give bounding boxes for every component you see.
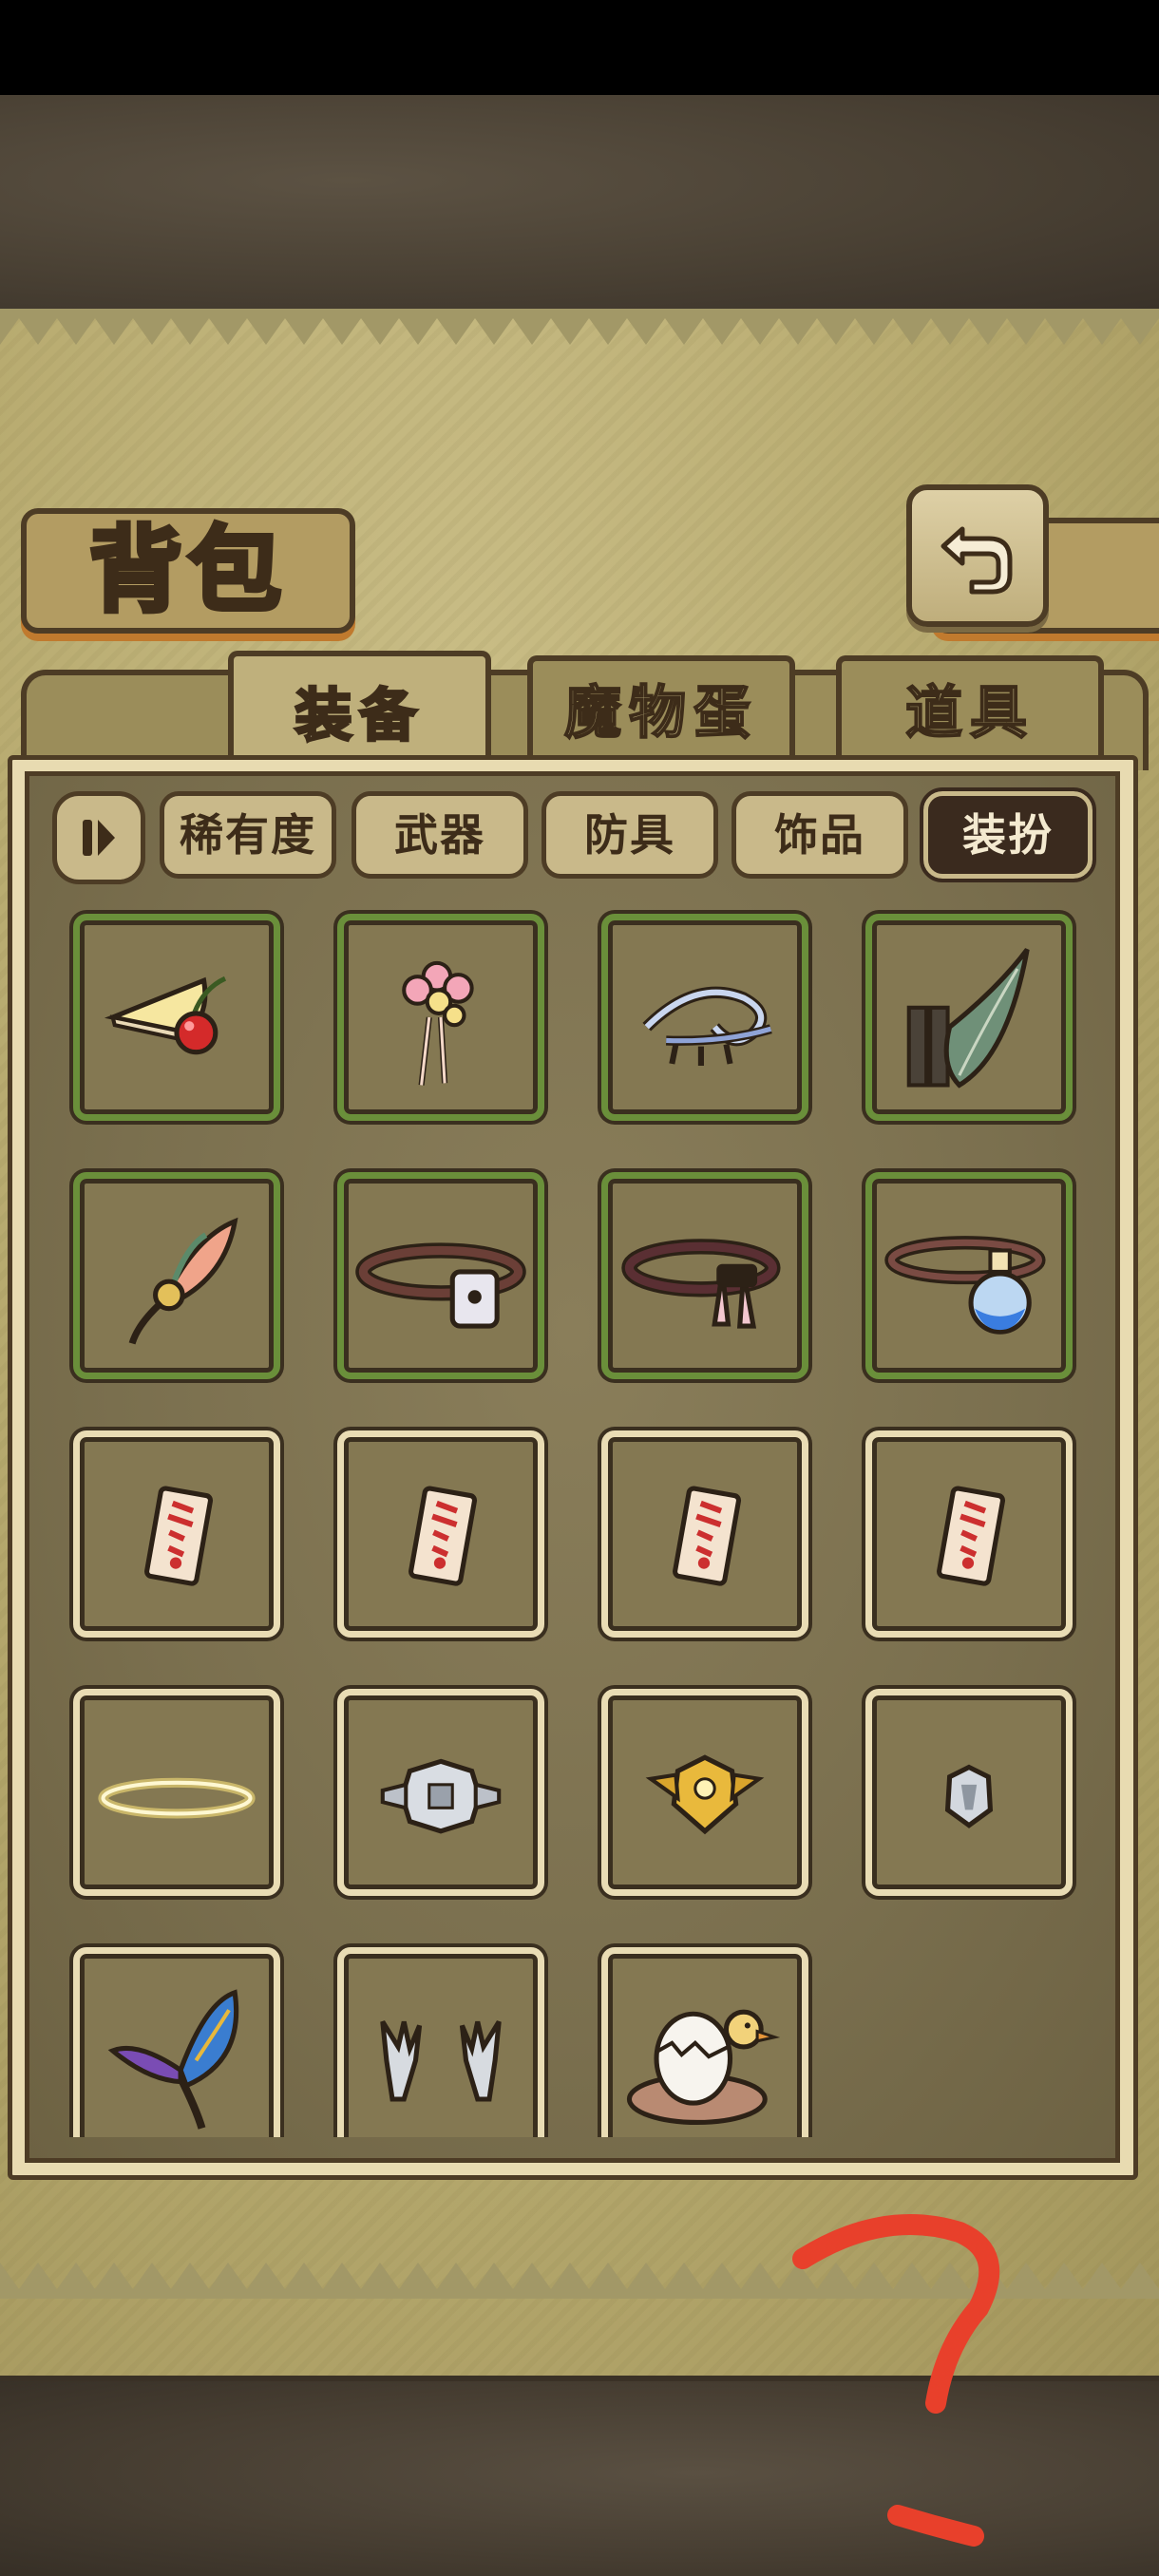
tab-monster-eggs[interactable]: 魔物蛋 [527,655,795,766]
back-button[interactable] [906,484,1049,627]
filter-accessory[interactable]: 饰品 [732,791,908,879]
item-slot[interactable] [337,1947,544,2137]
item-slot[interactable] [601,1172,808,1379]
bunny-collar-icon [621,1239,781,1329]
butterfly-wing-icon [107,1989,239,2130]
item-slot[interactable] [73,1430,280,1638]
gold-crest-icon [645,1754,765,1835]
lock-collar-icon [355,1242,526,1329]
filter-costume[interactable]: 装扮 [920,787,1096,882]
return-arrow-icon [940,526,1013,595]
status-bar [0,0,1159,95]
tab-items-label: 道具 [904,680,1035,747]
item-slot[interactable] [337,1172,544,1379]
item-slot[interactable] [865,1689,1073,1896]
filter-armor-label: 防具 [584,809,675,861]
item-slot[interactable] [337,914,544,1121]
flower-hairpin-icon [402,960,474,1086]
zigzag-border-bottom [0,2263,1159,2299]
filter-weapon-label: 武器 [394,809,485,861]
item-slot[interactable] [73,1689,280,1896]
item-slot[interactable] [601,1947,808,2137]
filter-rarity[interactable]: 稀有度 [160,791,336,879]
item-slot[interactable] [601,914,808,1121]
map-background-top [0,95,1159,309]
filter-costume-label: 装扮 [962,809,1054,861]
item-slot[interactable] [865,1430,1073,1638]
page-title: 背包 [86,516,287,625]
tab-monster-eggs-label: 魔物蛋 [563,680,758,747]
item-slot[interactable] [865,914,1073,1121]
zigzag-border-top [0,309,1159,345]
talisman-card-icon [144,1486,214,1586]
item-slot[interactable] [601,1430,808,1638]
item-slot[interactable] [73,1172,280,1379]
talisman-card-icon [673,1486,742,1586]
filter-weapon[interactable]: 武器 [352,791,528,879]
map-background-bottom [0,2370,1159,2576]
item-slot[interactable] [73,914,280,1121]
item-slot[interactable] [337,1430,544,1638]
potion-collar-icon [884,1236,1046,1335]
silver-crest-icon [380,1758,502,1834]
filter-rarity-label: 稀有度 [180,809,316,861]
halo-icon [98,1777,256,1819]
filter-armor[interactable]: 防具 [542,791,718,879]
feather-wing-icon [906,948,1030,1089]
talisman-card-icon [408,1486,478,1586]
tab-equipment-label: 装备 [294,682,425,749]
cake-slice-cherry-icon [104,975,227,1055]
tab-items[interactable]: 道具 [836,655,1104,766]
page-title-banner: 背包 [21,508,355,634]
filter-accessory-label: 饰品 [774,809,865,861]
leaf-brooch-icon [128,1217,238,1345]
item-grid [33,893,1107,2137]
collapse-filter-icon [83,820,115,856]
item-slot[interactable] [865,1172,1073,1379]
talisman-card-icon [937,1486,1006,1586]
item-slot[interactable] [337,1689,544,1896]
item-slot[interactable] [73,1947,280,2137]
wind-ribbon-icon [642,986,772,1066]
filter-toggle-button[interactable] [52,791,145,884]
small-crest-icon [944,1764,994,1828]
egg-nest-duck-icon [626,2009,781,2126]
item-slot[interactable] [601,1689,808,1896]
claw-gloves-icon [380,2020,502,2102]
